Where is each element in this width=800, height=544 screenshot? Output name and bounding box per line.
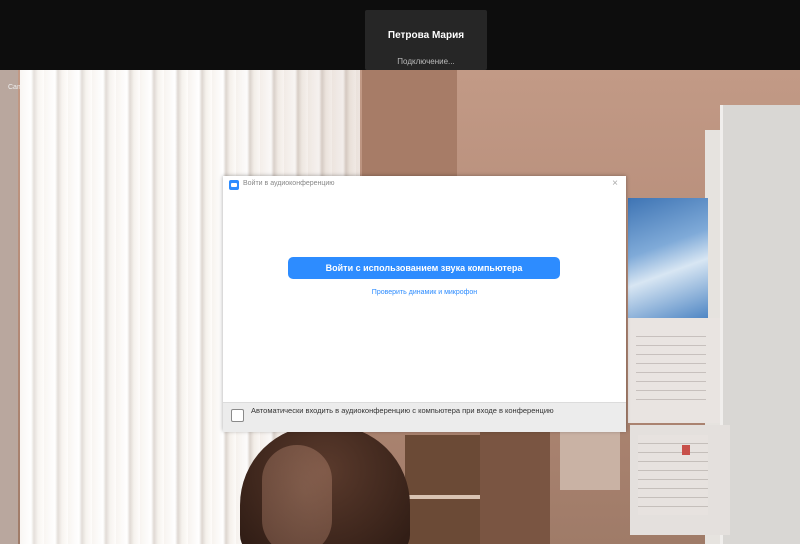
person-face: [262, 445, 332, 544]
door: [720, 105, 800, 544]
active-speaker-tab[interactable]: Петрова Мария Подключение...: [365, 10, 487, 70]
auto-join-checkbox-label[interactable]: Автоматически входить в аудиоконференцию…: [251, 406, 621, 416]
participant-name: Петрова Мария: [387, 30, 465, 41]
join-audio-dialog: Войти в аудиоконференцию × Войти с испол…: [223, 176, 626, 432]
auto-join-checkbox[interactable]: [231, 409, 244, 422]
video-edge: [0, 70, 18, 544]
top-bar: Петрова Мария Подключение...: [0, 0, 800, 70]
calendar-grid: [638, 435, 708, 515]
dialog-titlebar: Войти в аудиоконференцию ×: [223, 176, 626, 194]
dialog-title: Войти в аудиоконференцию: [243, 180, 335, 187]
cabinet: [480, 425, 550, 544]
test-speaker-microphone-link[interactable]: Проверить динамик и микрофон: [223, 289, 626, 296]
bookshelf: [405, 435, 480, 544]
calendar-grid: [636, 328, 706, 408]
zoom-app-icon: [229, 180, 239, 190]
box: [560, 430, 620, 490]
shelf-board: [405, 495, 480, 499]
meeting-window: Петрова Мария Подключение... Camera Войт…: [0, 0, 800, 544]
wall-poster: [628, 198, 708, 318]
dialog-footer: Автоматически входить в аудиоконференцию…: [223, 402, 626, 432]
wall-calendar-bottom: [630, 425, 730, 535]
join-with-computer-audio-button[interactable]: Войти с использованием звука компьютера: [288, 257, 560, 279]
connection-status: Подключение...: [397, 57, 455, 66]
calendar-marker: [682, 445, 690, 455]
wall-cabinet: [362, 70, 457, 190]
close-icon[interactable]: ×: [610, 178, 620, 190]
wall-calendar-top: [628, 318, 720, 423]
